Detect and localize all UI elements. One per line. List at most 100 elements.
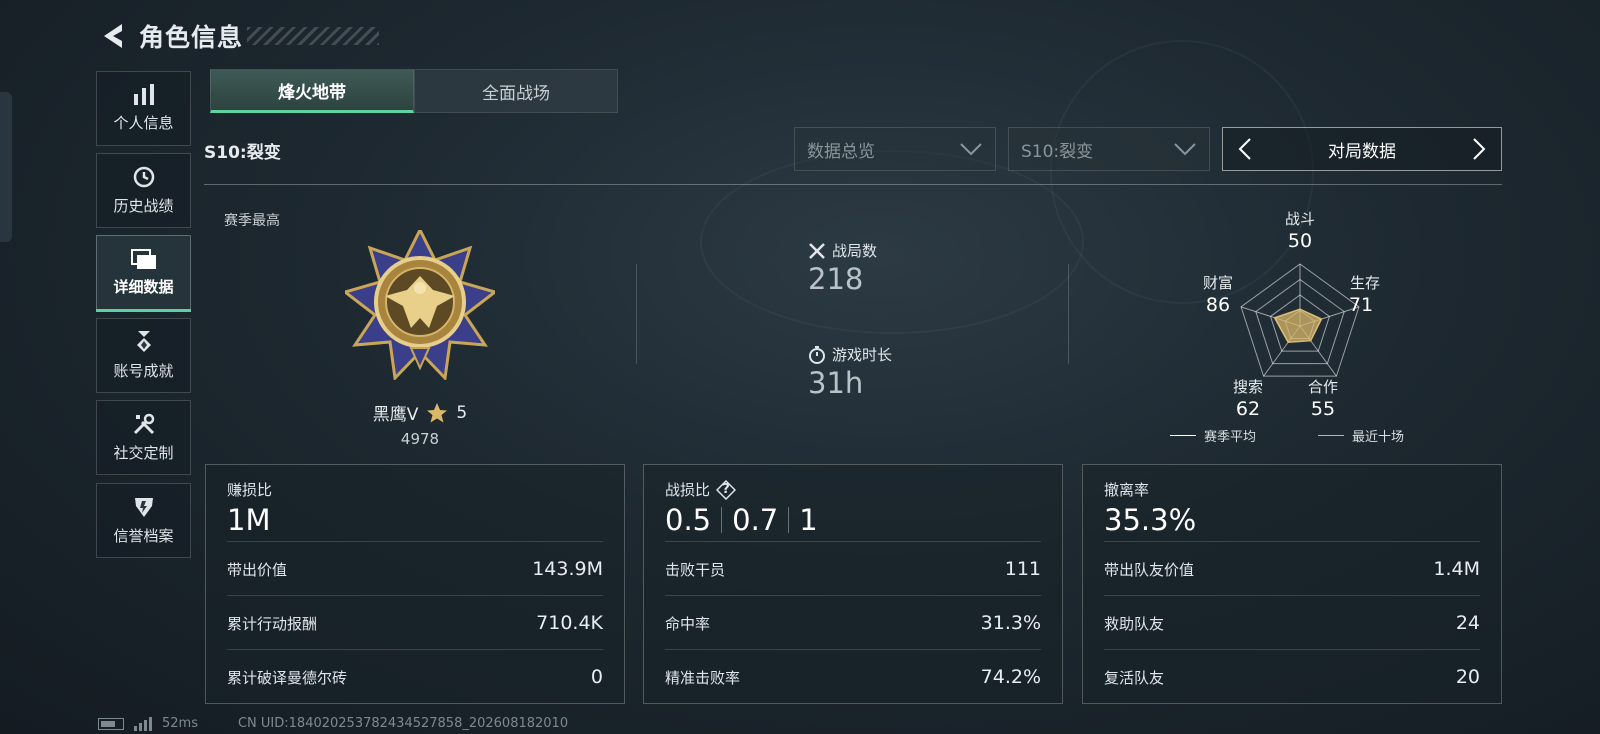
column-divider [1068, 264, 1069, 364]
radar-value-search: 62 [1235, 398, 1261, 420]
sidebar-item-label: 社交定制 [113, 444, 174, 462]
card-title: 战损比 [665, 481, 711, 499]
sidebar-item-label: 信誉档案 [113, 527, 174, 545]
sidebar-item-reputation[interactable]: 信誉档案 [96, 483, 191, 558]
tab-full-battlefield[interactable]: 全面战场 [414, 69, 618, 113]
profit-card: 赚损比 1M 带出价值 143.9M 累计行动报酬 710.4K 累计破译曼德尔… [205, 464, 625, 704]
rank-stars: 5 [456, 402, 468, 423]
radar-recent-shape [1273, 308, 1323, 344]
next-button[interactable] [1465, 135, 1493, 163]
status-footer: 52ms CN UID:184020253782434527858_202608… [98, 716, 568, 731]
sidebar-item-label: 账号成就 [113, 362, 174, 380]
table-row: 击败干员 111 [665, 541, 1041, 596]
achievement-icon [136, 331, 151, 352]
sidebar-item-achievements[interactable]: 账号成就 [96, 318, 191, 393]
table-row: 累计行动报酬 710.4K [227, 595, 603, 650]
uid-text: CN UID:184020253782434527858_20260818201… [237, 716, 569, 731]
ability-radar: 战斗 50 生存 71 合作 55 搜索 62 财富 86 [1200, 198, 1400, 438]
chevron-right-icon [1473, 138, 1486, 160]
radar-label-wealth: 财富 [1202, 274, 1233, 292]
row-label: 带出队友价值 [1104, 560, 1195, 579]
value-separator [721, 507, 723, 533]
radar-value-wealth: 86 [1205, 294, 1231, 316]
help-icon[interactable]: ? [716, 479, 737, 500]
bar-chart-icon [133, 84, 154, 105]
matches-label-row: 战局数 [808, 240, 877, 261]
overview-select[interactable]: 数据总览 [794, 127, 996, 171]
stopwatch-icon [809, 345, 825, 364]
table-row: 精准击败率 74.2% [665, 649, 1041, 704]
overview-select-value: 数据总览 [807, 141, 875, 162]
card-main-value: 1M [227, 503, 271, 537]
card-main-values: 0.5 0.7 1 [665, 503, 818, 537]
table-row: 复活队友 20 [1104, 649, 1480, 704]
value-separator [788, 507, 790, 533]
row-value: 143.9M [532, 558, 603, 580]
card-title: 赚损比 [227, 481, 273, 499]
legend-recent: 最近十场 [1318, 426, 1404, 445]
signal-icon [134, 716, 152, 731]
card-main-value: 35.3% [1104, 503, 1197, 537]
legend-line-gold [1318, 435, 1344, 436]
mode-tabs: 烽火地带 全面战场 [210, 69, 618, 113]
table-row: 带出价值 143.9M [227, 541, 603, 596]
season-high-label: 赛季最高 [224, 213, 280, 229]
row-value: 0 [590, 666, 603, 688]
sidebar-item-label: 个人信息 [113, 114, 174, 132]
sidebar-item-history[interactable]: 历史战绩 [96, 153, 191, 228]
tab-firezone[interactable]: 烽火地带 [210, 69, 414, 113]
matches-label: 战局数 [832, 242, 878, 260]
season-title: S10:裂变 [204, 143, 281, 163]
table-row: 累计破译曼德尔砖 0 [227, 649, 603, 704]
sidebar-item-label: 历史战绩 [113, 197, 174, 215]
history-icon [133, 166, 154, 188]
rank-line: 黑鹰V 5 [340, 400, 500, 425]
row-label: 击败干员 [665, 560, 726, 579]
header: 角色信息 [97, 16, 380, 56]
playtime-label-row: 游戏时长 [808, 344, 892, 365]
column-divider [636, 264, 637, 364]
radar-label-search: 搜索 [1232, 378, 1263, 396]
chevron-down-icon [1174, 143, 1196, 156]
folder-icon [130, 249, 156, 269]
table-row: 救助队友 24 [1104, 595, 1480, 650]
sidebar-item-social[interactable]: 社交定制 [96, 400, 191, 475]
row-label: 复活队友 [1104, 668, 1165, 687]
legend-season-avg: 赛季平均 [1170, 426, 1256, 445]
chevron-down-icon [960, 143, 982, 156]
battery-icon [98, 717, 124, 730]
row-value: 31.3% [980, 612, 1041, 634]
ping-text: 52ms [162, 716, 198, 731]
radar-label-survival: 生存 [1349, 274, 1380, 292]
background-decoration [700, 150, 1084, 334]
tools-icon [133, 413, 154, 435]
title-decoration [247, 27, 380, 45]
sidebar-item-detail-data[interactable]: 详细数据 [96, 235, 191, 312]
extract-card: 撤离率 35.3% 带出队友价值 1.4M 救助队友 24 复活队友 20 [1082, 464, 1502, 704]
season-select[interactable]: S10:裂变 [1008, 127, 1210, 171]
back-button[interactable] [97, 20, 129, 52]
radar-value-cooperation: 55 [1310, 398, 1336, 420]
back-arrow-icon [104, 24, 122, 48]
section-divider [204, 184, 1502, 185]
kd-value-1: 0.5 [665, 503, 712, 537]
row-label: 累计行动报酬 [227, 614, 318, 633]
row-label: 累计破译曼德尔砖 [227, 668, 348, 687]
radar-value-combat: 50 [1287, 230, 1313, 252]
prev-button[interactable] [1231, 135, 1259, 163]
row-value: 74.2% [980, 666, 1041, 688]
star-icon [427, 402, 448, 422]
row-label: 带出价值 [227, 560, 288, 579]
sidebar-item-personal-info[interactable]: 个人信息 [96, 71, 191, 146]
row-value: 20 [1455, 666, 1480, 688]
left-edge-tab[interactable] [0, 92, 12, 242]
table-row: 命中率 31.3% [665, 595, 1041, 650]
row-value: 111 [1004, 558, 1041, 580]
radar-label-combat: 战斗 [1284, 210, 1315, 228]
legend-recent-label: 最近十场 [1352, 430, 1405, 445]
radar-value-survival: 71 [1348, 294, 1374, 316]
card-title-row: 战损比 ? [665, 479, 737, 500]
chevron-left-icon [1238, 138, 1251, 160]
kd-value-2: 0.7 [732, 503, 779, 537]
page-title: 角色信息 [139, 23, 244, 52]
